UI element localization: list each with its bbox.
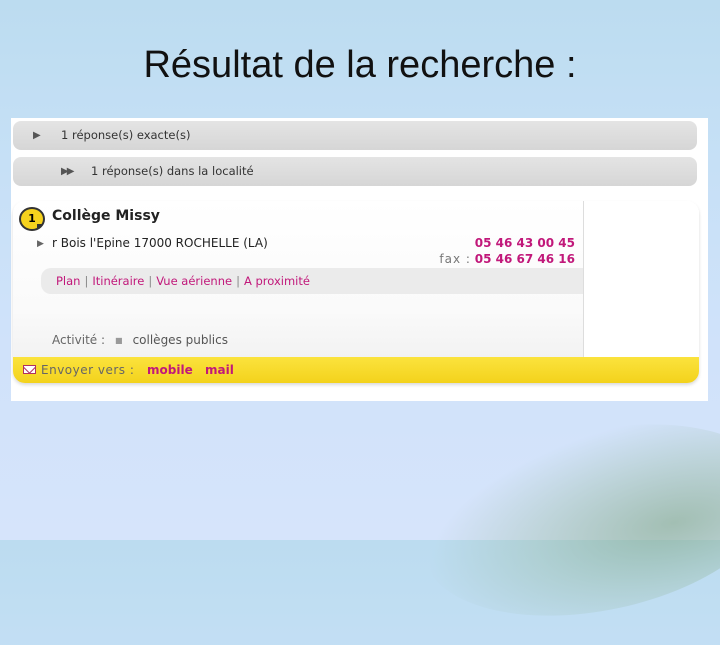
link-separator: | [84,274,89,288]
locality-results-bar[interactable]: ▶▶ 1 réponse(s) dans la localité [13,157,697,186]
address-arrow-icon: ▶ [37,239,44,249]
phone-number: 05 46 43 00 45 [474,236,575,250]
double-arrow-icon: ▶▶ [61,166,74,177]
exact-results-label: 1 réponse(s) exacte(s) [61,128,191,142]
activity-label: Activité : [52,333,106,347]
send-mobile-link[interactable]: mobile [147,357,193,383]
link-separator: | [236,274,240,288]
result-name[interactable]: Collège Missy [52,208,160,224]
send-mail-link[interactable]: mail [205,357,234,383]
activity-value[interactable]: collèges publics [133,333,228,347]
send-to-label: Envoyer vers : [41,363,135,377]
expand-arrow-icon: ▶ [33,130,41,141]
result-links-bar: Plan | Itinéraire | Vue aérienne | A proximité [41,268,583,294]
slide-title: Résultat de la recherche : [143,44,577,86]
activity-line: Activité : ■ collèges publics [52,333,228,347]
send-to-band: Envoyer vers : mobile mail [13,357,699,383]
fax-label: fax : [439,252,471,266]
link-separator: | [148,274,153,288]
link-plan[interactable]: Plan [56,274,80,288]
badge-tail-icon [37,224,43,230]
result-card: 1 Collège Missy ▶ r Bois l'Epine 17000 R… [13,201,699,383]
background-swoosh [405,394,720,645]
locality-results-label: 1 réponse(s) dans la localité [91,164,254,178]
exact-results-bar[interactable]: ▶ 1 réponse(s) exacte(s) [13,121,697,150]
card-side-pane [583,201,699,359]
link-vue-aerienne[interactable]: Vue aérienne [156,274,232,288]
search-results-panel: ▶ 1 réponse(s) exacte(s) ▶▶ 1 réponse(s)… [11,118,708,401]
fax-line: fax : 05 46 67 46 16 [439,252,575,266]
result-address: r Bois l'Epine 17000 ROCHELLE (LA) [52,236,268,250]
link-itineraire[interactable]: Itinéraire [92,274,144,288]
link-a-proximite[interactable]: A proximité [244,274,310,288]
envelope-icon [23,365,36,374]
fax-number: 05 46 67 46 16 [474,252,575,266]
bullet-icon: ■ [115,336,123,345]
